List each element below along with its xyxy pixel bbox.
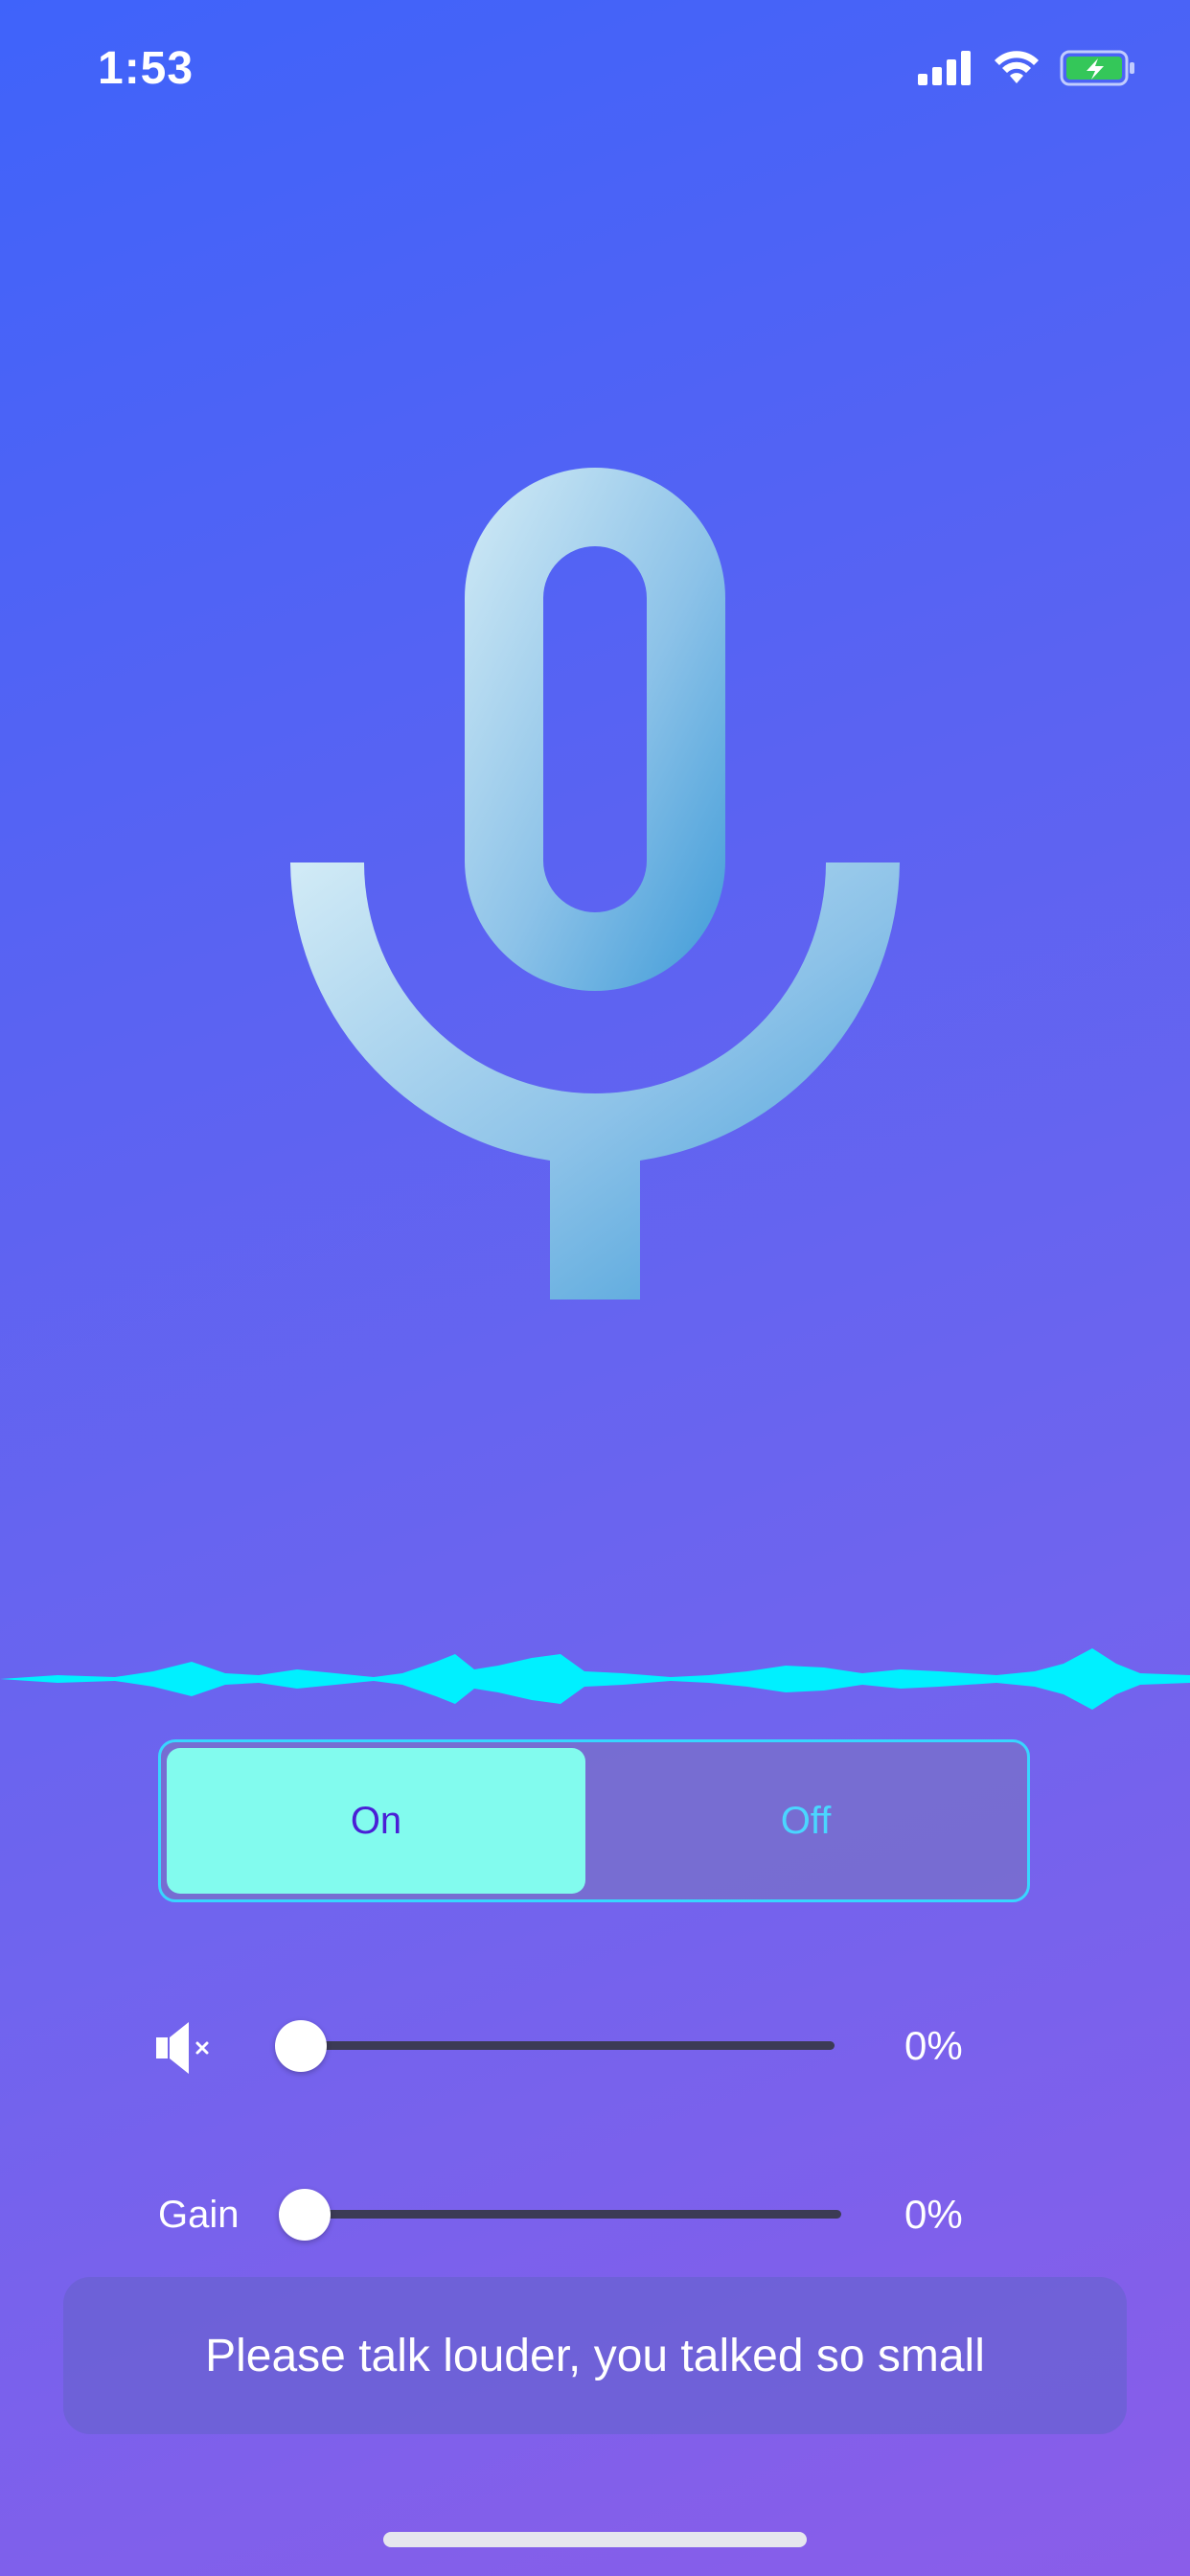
speaker-muted-icon[interactable] [156, 2020, 216, 2076]
volume-slider-thumb[interactable] [275, 2020, 327, 2072]
audio-waveform [0, 1648, 1190, 1710]
gain-slider-track[interactable] [305, 2210, 841, 2219]
cellular-signal-icon [918, 51, 971, 85]
feedback-message: Please talk louder, you talked so small [63, 2277, 1127, 2434]
home-indicator[interactable] [383, 2532, 807, 2547]
toggle-on-button[interactable]: On [167, 1748, 585, 1894]
volume-slider-track[interactable] [300, 2041, 835, 2050]
microphone-icon [287, 468, 901, 1303]
status-icons [918, 50, 1136, 86]
battery-charging-icon [1060, 50, 1134, 86]
gain-label: Gain [158, 2193, 240, 2236]
feedback-message-text: Please talk louder, you talked so small [205, 2330, 985, 2381]
gain-value: 0% [904, 2192, 963, 2237]
toggle-off-button[interactable]: Off [590, 1748, 1021, 1894]
volume-row: 0% [0, 2003, 1190, 2089]
gain-slider-thumb[interactable] [279, 2189, 331, 2241]
toggle-on-label: On [350, 1799, 402, 1842]
on-off-toggle: On Off [158, 1739, 1030, 1902]
volume-value: 0% [904, 2023, 963, 2068]
gain-row: Gain 0% [0, 2172, 1190, 2258]
status-time: 1:53 [98, 43, 195, 94]
toggle-off-label: Off [780, 1799, 832, 1842]
wifi-icon [995, 51, 1039, 83]
status-bar: 1:53 [0, 0, 1190, 144]
